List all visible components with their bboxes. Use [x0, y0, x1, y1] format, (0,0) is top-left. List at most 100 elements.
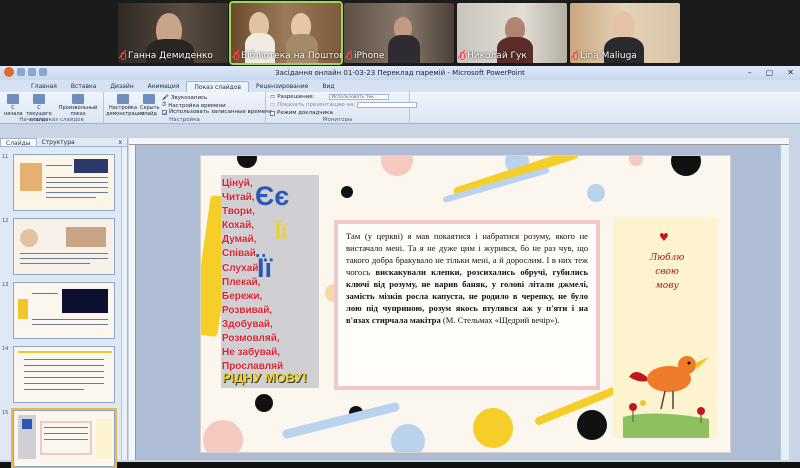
tab-view[interactable]: Вид	[315, 81, 341, 92]
tab-design[interactable]: Дизайн	[103, 81, 140, 92]
save-icon[interactable]	[17, 68, 25, 76]
slide-thumbnail[interactable]	[13, 218, 115, 275]
horizontal-ruler	[129, 138, 789, 145]
cyr-word: Слухай,	[222, 262, 262, 274]
ukrainian-letters-graphic: Цінуй, Читай, Твори, Кохай, Думай, Співа…	[221, 175, 319, 388]
redo-icon[interactable]	[39, 68, 47, 76]
ribbon-group-start: С начала С текущего слайда Произвольный …	[0, 92, 104, 124]
video-tile[interactable]: iPhone	[344, 3, 454, 63]
slide-thumbnail[interactable]	[13, 154, 115, 211]
tab-insert[interactable]: Вставка	[64, 81, 103, 92]
cyr-word: Плекай,	[222, 276, 261, 288]
tab-review[interactable]: Рецензирование	[249, 81, 315, 92]
checkbox[interactable]	[270, 110, 275, 116]
slide-thumbnail[interactable]	[13, 282, 115, 339]
window-title: Засідання онлайн 01-03-23 Переклад парем…	[275, 69, 525, 77]
record-narration[interactable]: 🎤 Звукозапись	[162, 95, 207, 101]
powerpoint-window: Засідання онлайн 01-03-23 Переклад парем…	[0, 66, 800, 468]
decor-dot	[237, 156, 257, 168]
office-button-icon[interactable]	[4, 67, 14, 77]
presenter-view-checkbox[interactable]: Режим докладчика	[270, 110, 333, 116]
slide-number: 11	[2, 154, 9, 160]
video-tile[interactable]: Николай Гук	[457, 3, 567, 63]
slide-thumbnail[interactable]	[13, 346, 115, 403]
cyr-word: Розмовляй,	[222, 333, 280, 345]
decor-stroke	[281, 401, 401, 440]
slide-thumbnail-row[interactable]: 13	[0, 282, 122, 340]
undo-icon[interactable]	[28, 68, 36, 76]
custom-show-icon	[72, 94, 84, 104]
mic-muted-icon	[573, 52, 578, 60]
slide-thumbnail-selected[interactable]	[11, 408, 117, 468]
slide-number: 12	[2, 218, 9, 224]
rehearse-timings[interactable]: ⏱ Настройка времени	[162, 102, 226, 109]
decor-dot	[587, 184, 605, 202]
letter-yi: Її	[275, 219, 288, 244]
group-label: Мониторы	[322, 117, 353, 123]
decor-dot	[341, 186, 353, 198]
group-label: Настройка	[169, 117, 200, 123]
current-slide[interactable]: Цінуй, Читай, Твори, Кохай, Думай, Співа…	[200, 155, 731, 453]
slide-thumbnail-row[interactable]: 12	[0, 218, 122, 276]
quote-text-box[interactable]: Там (у церкві) я мав покаятися і набрати…	[334, 220, 600, 390]
close-icon[interactable]: ✕	[787, 66, 794, 80]
slide-thumbnail-row[interactable]: 14	[0, 346, 122, 404]
setup-show-button[interactable]: Настройка демонстрации	[106, 94, 144, 117]
minimize-icon[interactable]: –	[748, 66, 752, 80]
ribbon: С начала С текущего слайда Произвольный …	[0, 92, 800, 124]
title-bar: Засідання онлайн 01-03-23 Переклад парем…	[0, 66, 800, 80]
decor-dot	[391, 424, 425, 452]
pane-scrollbar[interactable]	[121, 147, 127, 460]
participant-name: iPhone	[354, 51, 385, 61]
resolution-select[interactable]: Использовать тек...	[328, 94, 389, 100]
participant-name: Lina Maliuga	[580, 51, 637, 61]
participant-name: Ганна Демиденко	[128, 51, 213, 61]
mic-muted-icon	[121, 52, 126, 60]
cyr-word: Здобувай,	[222, 318, 273, 330]
clock-icon: ⏱	[162, 102, 167, 108]
tab-home[interactable]: Главная	[24, 81, 64, 92]
editor-scrollbar[interactable]	[780, 145, 789, 460]
resolution-row: ▭ Разрешение: Использовать тек...	[270, 94, 389, 100]
cyr-word: Співай,	[222, 248, 259, 260]
participant-name: Николай Гук	[467, 51, 527, 61]
love-language-card: ♥ Люблю свою мову	[613, 217, 717, 438]
tab-slide-show[interactable]: Показ слайдов	[186, 81, 250, 92]
decor-dot	[671, 156, 701, 176]
slideshow-current-icon	[33, 94, 45, 104]
letter-i: Її	[257, 253, 273, 283]
video-tile[interactable]: Lina Maliuga	[570, 3, 680, 63]
video-tile-active[interactable]: Бібліотека на Поштовій	[229, 1, 343, 65]
slide-thumbnail-row[interactable]: 11	[0, 154, 122, 212]
slide-number: 13	[2, 282, 9, 288]
maximize-icon[interactable]: ▢	[766, 66, 774, 80]
custom-show-button[interactable]: Произвольный показ	[58, 94, 98, 117]
hide-slide-button[interactable]: Скрыть слайд	[140, 94, 160, 117]
use-timings-checkbox[interactable]: ✓ Использовать записанные времена	[162, 109, 272, 117]
pane-tabs: Слайды Структура x	[0, 138, 127, 147]
cyr-word: Не забувай,	[222, 347, 281, 359]
monitor-icon: ▭	[270, 102, 276, 108]
decor-dot	[203, 420, 243, 452]
tab-slides[interactable]: Слайды	[0, 138, 37, 147]
ridnu-movu-text: РІДНУ МОВУ!	[222, 370, 307, 385]
tab-outline[interactable]: Структура	[37, 138, 80, 146]
close-pane-icon[interactable]: x	[113, 138, 127, 146]
checkbox-checked[interactable]: ✓	[162, 109, 168, 117]
tab-animation[interactable]: Анимация	[141, 81, 187, 92]
cyr-word: Думай,	[222, 234, 257, 246]
cyr-word: Бережи,	[222, 290, 263, 302]
quick-access-toolbar	[4, 67, 47, 77]
show-on-select[interactable]	[357, 102, 418, 108]
window-controls: – ▢ ✕	[748, 66, 794, 80]
vertical-ruler	[129, 145, 136, 460]
letter-ye: Єє	[255, 181, 290, 211]
cyr-word: Кохай,	[222, 220, 255, 232]
mic-muted-icon	[460, 52, 465, 60]
slide-thumbnail-row-selected[interactable]: 15	[0, 408, 122, 468]
group-label: Начать показ слайдов	[19, 117, 84, 123]
participant-name: Бібліотека на Поштовій	[241, 51, 341, 61]
decor-dot	[473, 408, 513, 448]
video-tile[interactable]: Ганна Демиденко	[118, 3, 228, 63]
from-beginning-button[interactable]: С начала	[4, 94, 23, 117]
